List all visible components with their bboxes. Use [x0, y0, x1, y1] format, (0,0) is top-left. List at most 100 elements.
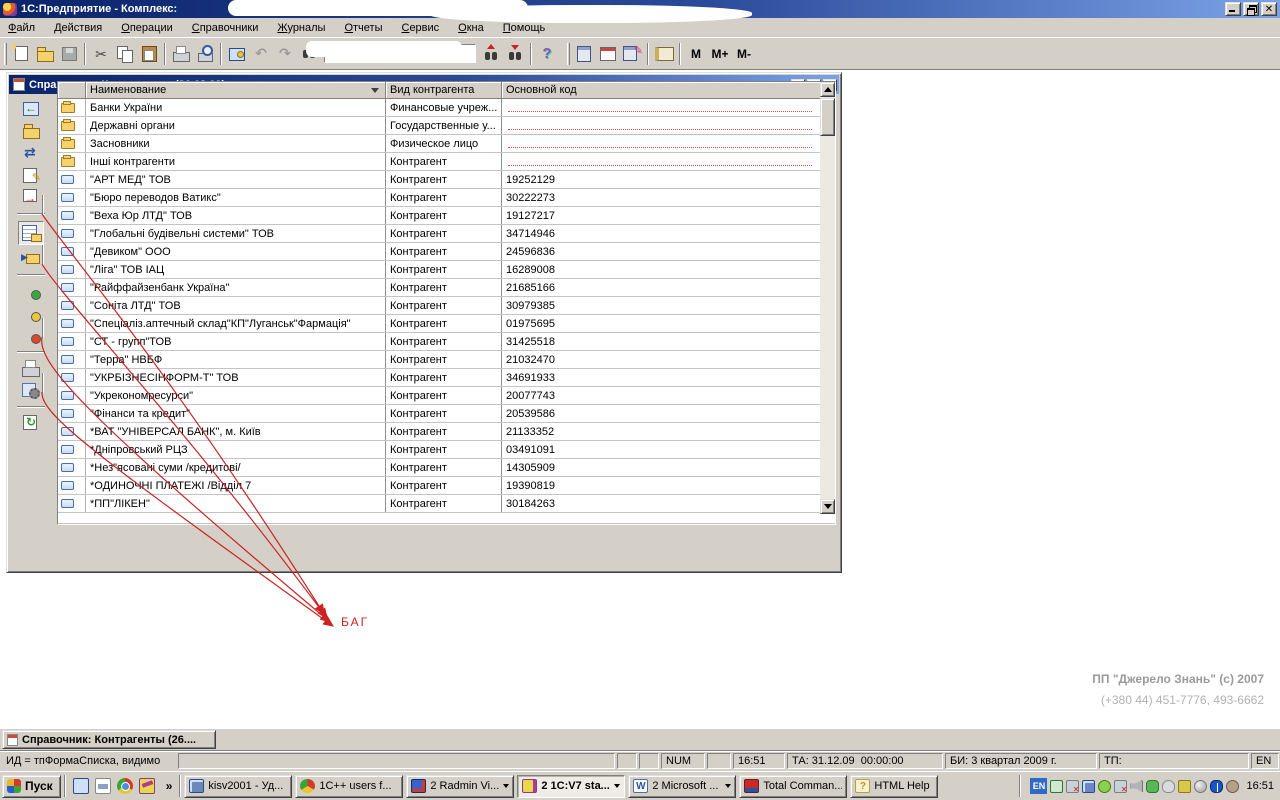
table-row[interactable]: "АРТ МЕД" ТОВ Контрагент 19252129 [58, 171, 820, 189]
onec-v7-icon[interactable] [139, 778, 155, 794]
menu-item[interactable]: Сервис [401, 22, 439, 34]
save-icon[interactable] [57, 43, 81, 65]
refresh-icon[interactable] [21, 414, 41, 432]
display-error-tray-icon[interactable] [1114, 780, 1127, 793]
scroll-up-button[interactable] [820, 82, 835, 97]
print-preview-icon[interactable] [193, 43, 217, 65]
edit-row-icon[interactable] [21, 166, 41, 184]
menu-item[interactable]: Отчеты [344, 22, 382, 34]
start-button[interactable]: Пуск [2, 775, 61, 798]
user-monitor-icon[interactable] [225, 43, 249, 65]
paste-icon[interactable] [137, 43, 161, 65]
table-row[interactable]: *ВАТ "УНІВЕРСАЛ БАНК", м. Київ Контраген… [58, 423, 820, 441]
print-icon[interactable] [169, 43, 193, 65]
catalog-window[interactable]: Справочник: Контрагенты (26.08.09) [6, 72, 842, 573]
table-row[interactable]: *Нез"ясовані суми /кредитові/ Контрагент… [58, 459, 820, 477]
calendar-icon[interactable] [596, 43, 620, 65]
description-book-icon[interactable] [652, 43, 676, 65]
move-to-group-icon[interactable] [21, 249, 41, 267]
update-tray-icon[interactable] [1194, 780, 1207, 793]
new-group-icon[interactable] [21, 122, 41, 140]
toolbar-grip[interactable] [4, 43, 7, 65]
code-column-header[interactable]: Основной код [502, 82, 820, 99]
show-desktop-icon[interactable] [73, 778, 89, 794]
network-tray-icon[interactable] [1082, 780, 1095, 793]
help-icon[interactable] [535, 43, 559, 65]
table-row[interactable]: Інші контрагенти Контрагент [58, 153, 820, 171]
print-icon[interactable] [21, 359, 41, 377]
hierarchy-view-icon[interactable] [18, 221, 44, 245]
chrome-icon[interactable] [117, 778, 133, 794]
dropdown-icon[interactable] [503, 784, 509, 788]
new-document-icon[interactable] [9, 43, 33, 65]
find-next-icon[interactable] [503, 43, 527, 65]
name-column-header[interactable]: Наименование [86, 82, 386, 99]
table-row[interactable]: "УКРБІЗНЕСІНФОРМ-Т" ТОВ Контрагент 34691… [58, 369, 820, 387]
volume-tray-icon[interactable] [1226, 780, 1239, 793]
table-row[interactable]: *ПП"ЛІКЕН" Контрагент 30184263 [58, 495, 820, 513]
menu-item[interactable]: Файл [8, 22, 35, 34]
scrollbar-thumb[interactable] [820, 98, 835, 136]
usb-tray-icon[interactable] [1146, 780, 1159, 793]
dropdown-icon[interactable] [614, 784, 620, 788]
memory-button[interactable]: M [684, 43, 708, 65]
filter-add-icon[interactable] [21, 282, 41, 300]
table-row[interactable]: "Девиком" ООО Контрагент 24596836 [58, 243, 820, 261]
table-row[interactable]: "СТ - групп"ТОВ Контрагент 31425518 [58, 333, 820, 351]
radmin-tray-icon[interactable] [1050, 780, 1063, 793]
network-error-tray-icon[interactable] [1066, 780, 1079, 793]
table-row[interactable]: *ОДИНОЧНІ ПЛАТЕЖІ /Відділ 7 Контрагент 1… [58, 477, 820, 495]
dropdown-icon[interactable] [725, 784, 731, 788]
menu-item[interactable]: Помощь [503, 22, 546, 34]
find-previous-icon[interactable] [479, 43, 503, 65]
kind-column-header[interactable]: Вид контрагента [386, 82, 502, 99]
table-row[interactable]: "Терра" НВБФ Контрагент 21032470 [58, 351, 820, 369]
taskbar-window-button[interactable]: Total Comman... [739, 775, 847, 798]
menu-item[interactable]: Операции [121, 22, 172, 34]
copy-icon[interactable] [113, 43, 137, 65]
table-row[interactable]: "Спеціаліз.аптечный склад"КП"Луганськ"Фа… [58, 315, 820, 333]
table-row[interactable]: "Глобальні будівельні системи" ТОВ Контр… [58, 225, 820, 243]
table-row[interactable]: "Фінанси та кредит" Контрагент 20539586 [58, 405, 820, 423]
table-row[interactable]: "Укрекономресурси" Контрагент 20077743 [58, 387, 820, 405]
table-row[interactable]: "Соніта ЛТД" ТОВ Контрагент 30979385 [58, 297, 820, 315]
table-row[interactable]: Засновники Физическое лицо [58, 135, 820, 153]
taskbar-window-button[interactable]: 2 1C:V7 sta... [517, 775, 625, 798]
scroll-down-button[interactable] [820, 499, 835, 514]
toolbar-grip[interactable] [567, 43, 570, 65]
minimize-button[interactable] [1225, 2, 1241, 16]
pc-document-icon[interactable] [95, 778, 111, 794]
reopen-icon[interactable] [21, 100, 41, 118]
scheduler-tray-icon[interactable] [1098, 780, 1111, 793]
table-row[interactable]: *Дніпровський РЦЗ Контрагент 03491091 [58, 441, 820, 459]
table-row[interactable]: "Бюро переводов Ватикс" Контрагент 30222… [58, 189, 820, 207]
memory-button[interactable]: M- [732, 43, 756, 65]
taskbar-window-button[interactable]: HTML Help [850, 775, 938, 798]
close-button[interactable] [1261, 2, 1277, 16]
audio-tray-icon[interactable] [1130, 780, 1143, 793]
ups-battery-tray-icon[interactable] [1178, 780, 1191, 793]
memory-button[interactable]: M+ [708, 43, 732, 65]
menu-item[interactable]: Окна [458, 22, 484, 34]
mouse-tray-icon[interactable] [1162, 780, 1175, 793]
open-folder-icon[interactable] [33, 43, 57, 65]
taskbar-window-button[interactable]: 1С++ users f... [295, 775, 403, 798]
menu-item[interactable]: Действия [54, 22, 102, 34]
language-indicator[interactable]: EN [1030, 778, 1047, 794]
calculator-icon[interactable] [572, 43, 596, 65]
formula-calculator-icon[interactable] [620, 43, 644, 65]
table-row[interactable]: "Веха Юр ЛТД" ТОВ Контрагент 19127217 [58, 207, 820, 225]
taskbar-window-button[interactable]: kisv2001 - Уд... [184, 775, 292, 798]
redo-icon[interactable] [273, 43, 297, 65]
taskbar-window-button[interactable]: 2 Microsoft ... [628, 775, 736, 798]
table-row[interactable]: Банки України Финансовые учреж... [58, 99, 820, 117]
open-window-button[interactable]: Справочник: Контрагенты (26.... [2, 730, 216, 749]
undo-icon[interactable] [249, 43, 273, 65]
table-row[interactable]: "Райффайзенбанк Україна" Контрагент 2168… [58, 279, 820, 297]
filter-edit-icon[interactable] [21, 304, 41, 322]
swap-rows-icon[interactable] [21, 144, 41, 162]
vertical-scrollbar[interactable] [820, 82, 835, 514]
restore-button[interactable] [1243, 2, 1259, 16]
table-row[interactable]: Державні органи Государственные у... [58, 117, 820, 135]
cut-icon[interactable] [89, 43, 113, 65]
